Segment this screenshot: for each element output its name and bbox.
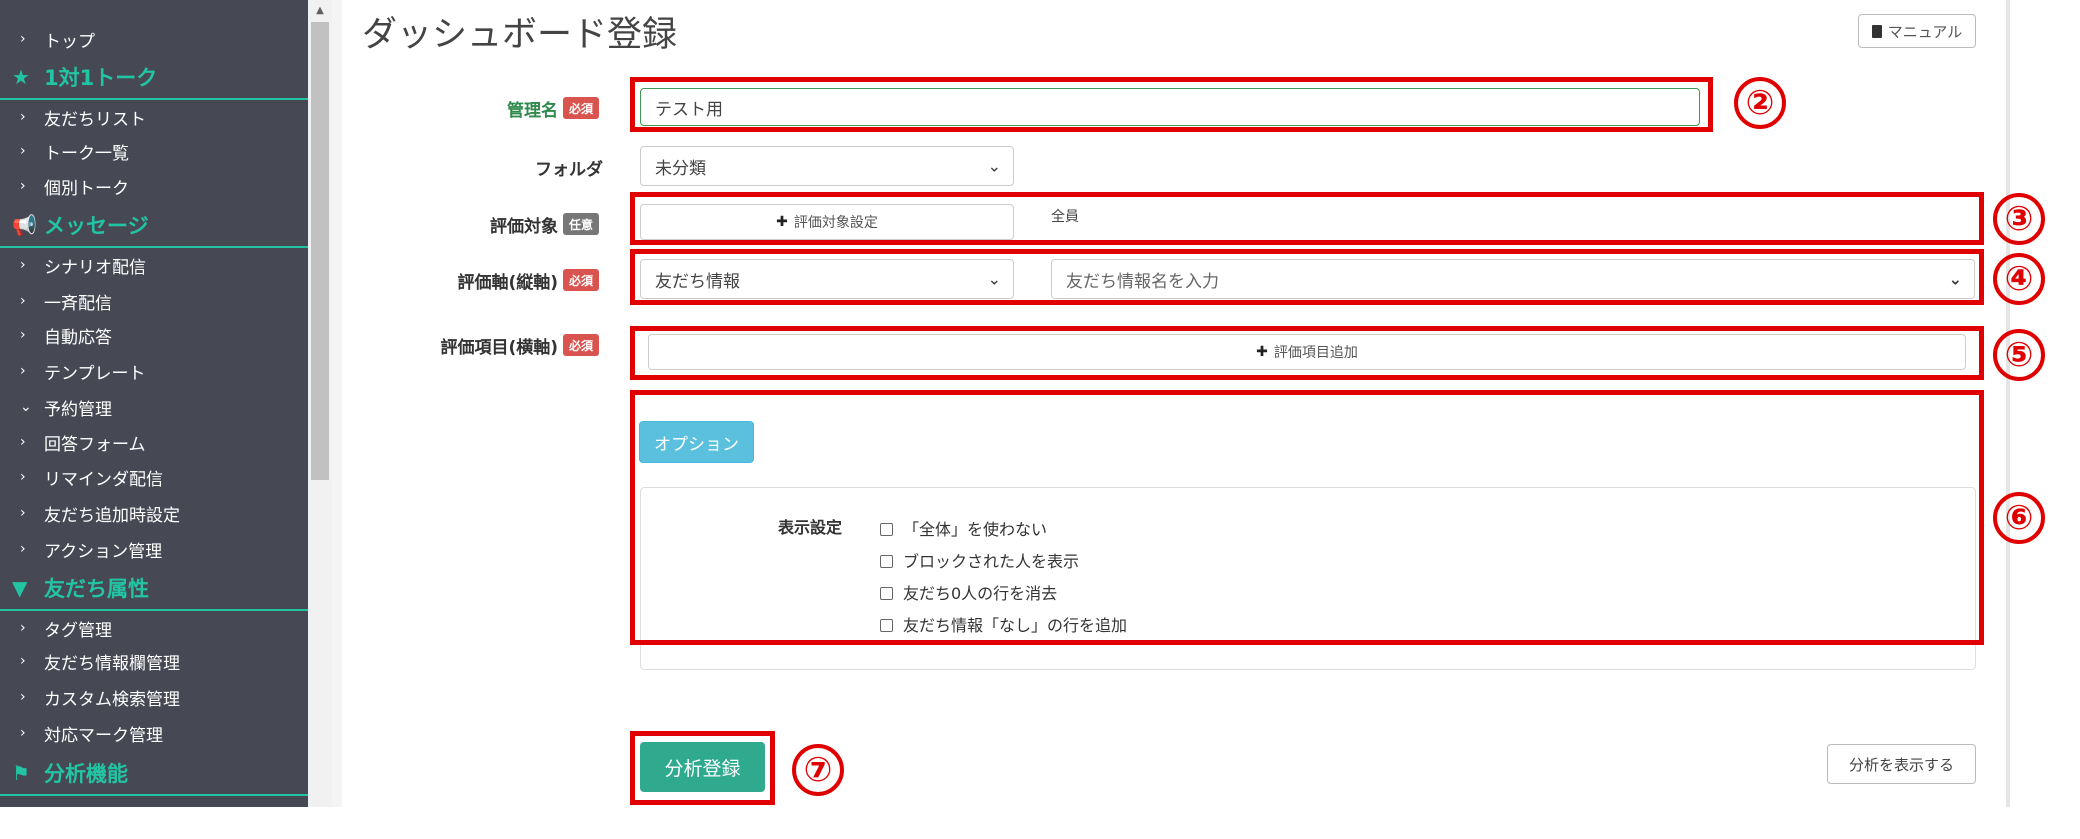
annotation-box-7	[630, 731, 775, 805]
content-gutter	[332, 0, 342, 807]
sidebar-section-20[interactable]: ⚑ 分析機能	[0, 752, 308, 796]
sidebar-item-label: テンプレート	[44, 363, 146, 384]
name-label: 管理名	[507, 101, 558, 121]
sidebar-item-label: 分析機能	[44, 762, 128, 786]
sidebar-section-15[interactable]: ▼ 友だち属性	[0, 567, 308, 611]
annotation-box-5	[630, 326, 1984, 380]
chevron-down-icon: ⌄	[987, 156, 1001, 176]
chevron-icon: ›	[20, 434, 26, 450]
sidebar-item-3[interactable]: › トーク一覧	[0, 134, 308, 168]
sidebar-item-label: 友だち属性	[44, 577, 149, 601]
section-icon: ★	[12, 65, 30, 89]
sidebar-item-4[interactable]: › 個別トーク	[0, 169, 308, 203]
main-scrollbar[interactable]	[2006, 0, 2010, 807]
sidebar-item-label: トーク一覧	[44, 143, 129, 164]
folder-label: フォルダ	[535, 160, 603, 180]
annotation-number-2: ②	[1734, 77, 1786, 129]
sidebar-item-label: タグ管理	[44, 620, 112, 641]
sidebar-item-12[interactable]: › リマインダ配信	[0, 460, 308, 494]
chevron-icon: ›	[20, 31, 26, 47]
sidebar-item-label: メッセージ	[44, 214, 149, 238]
sidebar-item-label: リマインダ配信	[44, 469, 163, 490]
annotation-box-4	[630, 249, 1984, 305]
sidebar-item-0[interactable]: › トップ	[0, 22, 308, 56]
sidebar-item-19[interactable]: › 対応マーク管理	[0, 716, 308, 750]
chevron-icon: ›	[20, 143, 26, 159]
chevron-icon: ›	[20, 689, 26, 705]
chevron-icon: ⌄	[20, 399, 32, 415]
chevron-icon: ›	[20, 620, 26, 636]
sidebar: › トップ ★ 1対1トーク › 友だちリスト › トーク一覧 › 個別トーク 📢 メッセージ › シナリ…	[0, 0, 308, 807]
chevron-icon: ›	[20, 469, 26, 485]
page-title: ダッシュボード登録	[362, 15, 678, 55]
section-icon: ▼	[12, 576, 28, 600]
folder-select-value: 未分類	[655, 158, 706, 179]
chevron-icon: ›	[20, 109, 26, 125]
sidebar-item-label: 1対1トーク	[44, 66, 158, 90]
scroll-up-arrow-icon[interactable]: ▲	[313, 4, 327, 18]
required-badge: 必須	[563, 269, 600, 291]
chevron-icon: ›	[20, 505, 26, 521]
section-icon: 📢	[12, 213, 37, 237]
sidebar-item-label: シナリオ配信	[44, 257, 146, 278]
section-icon: ⚑	[12, 761, 30, 785]
sidebar-item-label: 回答フォーム	[44, 434, 146, 455]
sidebar-item-label: 対応マーク管理	[44, 725, 163, 746]
annotation-number-5: ⑤	[1993, 329, 2045, 381]
chevron-icon: ›	[20, 293, 26, 309]
sidebar-item-label: 友だち追加時設定	[44, 505, 180, 526]
sidebar-item-14[interactable]: › アクション管理	[0, 532, 308, 566]
sidebar-item-18[interactable]: › カスタム検索管理	[0, 680, 308, 714]
annotation-number-7: ⑦	[792, 744, 844, 796]
sidebar-item-16[interactable]: › タグ管理	[0, 611, 308, 645]
chevron-icon: ›	[20, 725, 26, 741]
chevron-icon: ›	[20, 653, 26, 669]
annotation-number-4: ④	[1993, 253, 2045, 305]
sidebar-item-13[interactable]: › 友だち追加時設定	[0, 496, 308, 530]
required-badge: 必須	[563, 334, 600, 356]
axis-label: 評価軸(縦軸)	[457, 273, 558, 293]
book-icon	[1871, 24, 1882, 38]
manual-button[interactable]: マニュアル	[1858, 14, 1976, 48]
sidebar-item-label: アクション管理	[44, 541, 163, 562]
chevron-icon: ›	[20, 257, 26, 273]
sidebar-item-2[interactable]: › 友だちリスト	[0, 100, 308, 134]
sidebar-item-17[interactable]: › 友だち情報欄管理	[0, 644, 308, 678]
sidebar-item-7[interactable]: › 一斉配信	[0, 284, 308, 318]
manual-label: マニュアル	[1887, 22, 1963, 41]
chevron-icon: ›	[20, 363, 26, 379]
chevron-icon: ›	[20, 327, 26, 343]
chevron-icon: ›	[20, 541, 26, 557]
annotation-box-2	[630, 77, 1713, 132]
sidebar-item-11[interactable]: › 回答フォーム	[0, 425, 308, 459]
annotation-box-6	[630, 390, 1984, 645]
sidebar-item-8[interactable]: › 自動応答	[0, 318, 308, 352]
sidebar-item-label: 友だち情報欄管理	[44, 653, 180, 674]
folder-select[interactable]: 未分類 ⌄	[640, 146, 1014, 186]
items-label: 評価項目(横軸)	[440, 338, 558, 358]
annotation-number-6: ⑥	[1993, 492, 2045, 544]
sidebar-item-label: 一斉配信	[44, 293, 112, 314]
sidebar-scrollbar-thumb[interactable]	[311, 22, 329, 480]
show-analysis-button[interactable]: 分析を表示する	[1827, 744, 1976, 784]
sidebar-item-label: 個別トーク	[44, 178, 129, 199]
sidebar-section-5[interactable]: 📢 メッセージ	[0, 204, 308, 248]
sidebar-item-label: カスタム検索管理	[44, 689, 180, 710]
sidebar-item-label: トップ	[44, 31, 95, 52]
required-badge: 必須	[563, 97, 600, 119]
sidebar-section-1[interactable]: ★ 1対1トーク	[0, 56, 308, 100]
sidebar-item-9[interactable]: › テンプレート	[0, 354, 308, 388]
optional-badge: 任意	[563, 213, 600, 235]
sidebar-item-10[interactable]: ⌄ 予約管理	[0, 390, 308, 424]
annotation-number-3: ③	[1993, 193, 2045, 245]
chevron-icon: ›	[20, 178, 26, 194]
target-label: 評価対象	[490, 217, 558, 237]
sidebar-item-label: 予約管理	[44, 399, 112, 420]
sidebar-item-label: 友だちリスト	[44, 109, 146, 130]
annotation-box-3	[630, 192, 1984, 245]
sidebar-item-6[interactable]: › シナリオ配信	[0, 248, 308, 282]
sidebar-item-label: 自動応答	[44, 327, 112, 348]
